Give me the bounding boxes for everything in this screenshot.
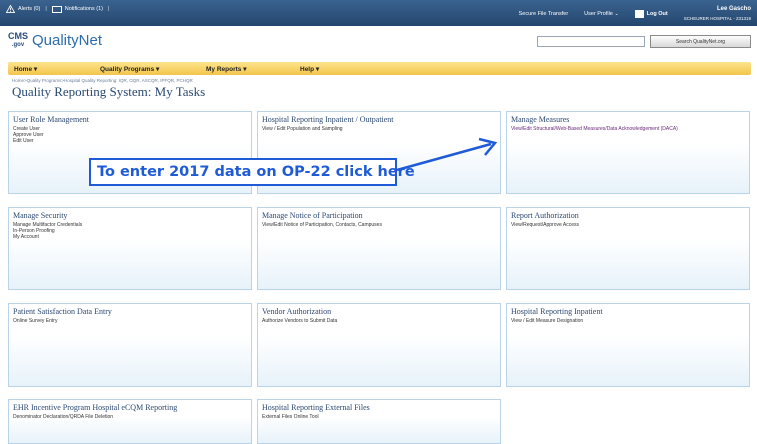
divider: |: [107, 6, 110, 12]
task-card-title: EHR Incentive Program Hospital eCQM Repo…: [13, 403, 178, 412]
task-link[interactable]: Edit User: [13, 138, 44, 144]
task-link[interactable]: My Account: [13, 234, 82, 240]
logout-button[interactable]: Log Out: [634, 10, 668, 18]
task-card: Manage Notice of Participation View/Edit …: [257, 207, 501, 290]
task-card-links: Create User Approve User Edit User: [13, 126, 44, 144]
top-bar-left: Alerts (0) | Notifications (1) |: [6, 5, 109, 13]
cms-logo-text: CMS: [8, 31, 28, 41]
task-card: Manage Security Manage Multifactor Creden…: [8, 207, 252, 290]
task-card-title: User Role Management: [13, 115, 89, 124]
task-card-title: Report Authorization: [511, 211, 579, 220]
task-card: Vendor Authorization Authorize Vendors to…: [257, 303, 501, 387]
task-card: EHR Incentive Program Hospital eCQM Repo…: [8, 399, 252, 444]
notifications-label: Notifications (1): [64, 6, 103, 12]
gov-logo-text: .gov: [11, 42, 25, 48]
task-card: Hospital Reporting External Files Externa…: [257, 399, 501, 444]
chevron-down-icon: ⌄: [614, 11, 619, 17]
task-card: Hospital Reporting Inpatient View / Edit …: [506, 303, 750, 387]
nav-quality-programs[interactable]: Quality Programs ▾: [100, 65, 159, 73]
task-card: Manage Measures View/Edit Structural/Web-…: [506, 111, 750, 194]
task-card-title: Manage Measures: [511, 115, 570, 124]
task-card-title: Manage Notice of Participation: [262, 211, 363, 220]
task-card-title: Patient Satisfaction Data Entry: [13, 307, 112, 316]
notifications-link[interactable]: Notifications (1): [51, 5, 103, 13]
search-button[interactable]: Search QualityNet.org: [650, 35, 751, 48]
task-link[interactable]: View/Request/Approve Access: [511, 222, 579, 228]
alert-icon: [6, 5, 15, 13]
header: CMS .gov QualityNet Search QualityNet.or…: [0, 26, 757, 58]
task-link[interactable]: View/Edit Structural/Web-Based Measures/…: [511, 126, 678, 132]
task-card-links: View/Request/Approve Access: [511, 222, 579, 228]
task-card-links: External Files Online Tool: [262, 414, 319, 420]
cms-logo: CMS .gov: [8, 32, 28, 50]
task-card-links: Authorize Vendors to Submit Data: [262, 318, 337, 324]
task-card: Patient Satisfaction Data Entry Online Su…: [8, 303, 252, 387]
mail-icon: [51, 5, 62, 13]
nav-my-reports[interactable]: My Reports ▾: [206, 65, 246, 73]
task-link[interactable]: View / Edit Measure Designation: [511, 318, 583, 324]
task-card-title: Hospital Reporting External Files: [262, 403, 370, 412]
top-bar: Alerts (0) | Notifications (1) | Secure …: [0, 0, 757, 26]
task-link[interactable]: Denominator Declaration/QRDA File Deleti…: [13, 414, 113, 420]
task-link[interactable]: View/Edit Notice of Participation, Conta…: [262, 222, 382, 228]
task-card-title: Vendor Authorization: [262, 307, 332, 316]
logo-text: QualityNet: [32, 32, 103, 49]
task-card-links: View / Edit Population and Sampling: [262, 126, 343, 132]
task-link[interactable]: External Files Online Tool: [262, 414, 319, 420]
task-card-title: Hospital Reporting Inpatient / Outpatien…: [262, 115, 394, 124]
secure-file-transfer-link[interactable]: Secure File Transfer: [519, 11, 569, 17]
user-info: Lee Gascho SCHEURER HOSPITAL - 231319: [684, 5, 751, 23]
alerts-link[interactable]: Alerts (0): [6, 5, 40, 13]
nav-help[interactable]: Help ▾: [300, 65, 319, 73]
user-profile-link[interactable]: User Profile ⌄: [584, 11, 618, 17]
logout-icon: [634, 10, 644, 18]
user-hospital: SCHEURER HOSPITAL - 231319: [683, 16, 751, 21]
task-card-links: View/Edit Structural/Web-Based Measures/…: [511, 126, 678, 132]
task-card-title: Manage Security: [13, 211, 68, 220]
task-card-links: View / Edit Measure Designation: [511, 318, 583, 324]
task-link[interactable]: Online Survey Entry: [13, 318, 57, 324]
breadcrumb[interactable]: Home>Quality Programs>Hospital Quality R…: [12, 78, 193, 83]
task-card: Report Authorization View/Request/Approve…: [506, 207, 750, 290]
qualitynet-logo[interactable]: CMS .gov QualityNet: [8, 32, 102, 50]
task-card-links: Manage Multifactor Credentials In-Person …: [13, 222, 82, 240]
task-link[interactable]: Authorize Vendors to Submit Data: [262, 318, 337, 324]
task-card-links: Denominator Declaration/QRDA File Deleti…: [13, 414, 113, 420]
main-nav: Home ▾ Quality Programs ▾ My Reports ▾ H…: [8, 62, 751, 75]
search-input[interactable]: [537, 36, 645, 47]
user-profile-label: User Profile: [584, 11, 613, 17]
task-card-links: Online Survey Entry: [13, 318, 57, 324]
divider: |: [45, 6, 47, 12]
task-link[interactable]: View / Edit Population and Sampling: [262, 126, 343, 132]
alerts-label: Alerts (0): [18, 6, 41, 12]
page-title: Quality Reporting System: My Tasks: [12, 84, 206, 99]
task-card-title: Hospital Reporting Inpatient: [511, 307, 603, 316]
nav-home[interactable]: Home ▾: [14, 65, 37, 73]
task-card-links: View/Edit Notice of Participation, Conta…: [262, 222, 382, 228]
logout-label: Log Out: [646, 11, 668, 17]
callout-box: To enter 2017 data on OP-22 click here: [89, 158, 415, 186]
user-name: Lee Gascho: [716, 6, 751, 12]
top-bar-right: Secure File Transfer User Profile ⌄ Log …: [519, 5, 751, 23]
callout-text: To enter 2017 data on OP-22 click here: [97, 164, 415, 180]
